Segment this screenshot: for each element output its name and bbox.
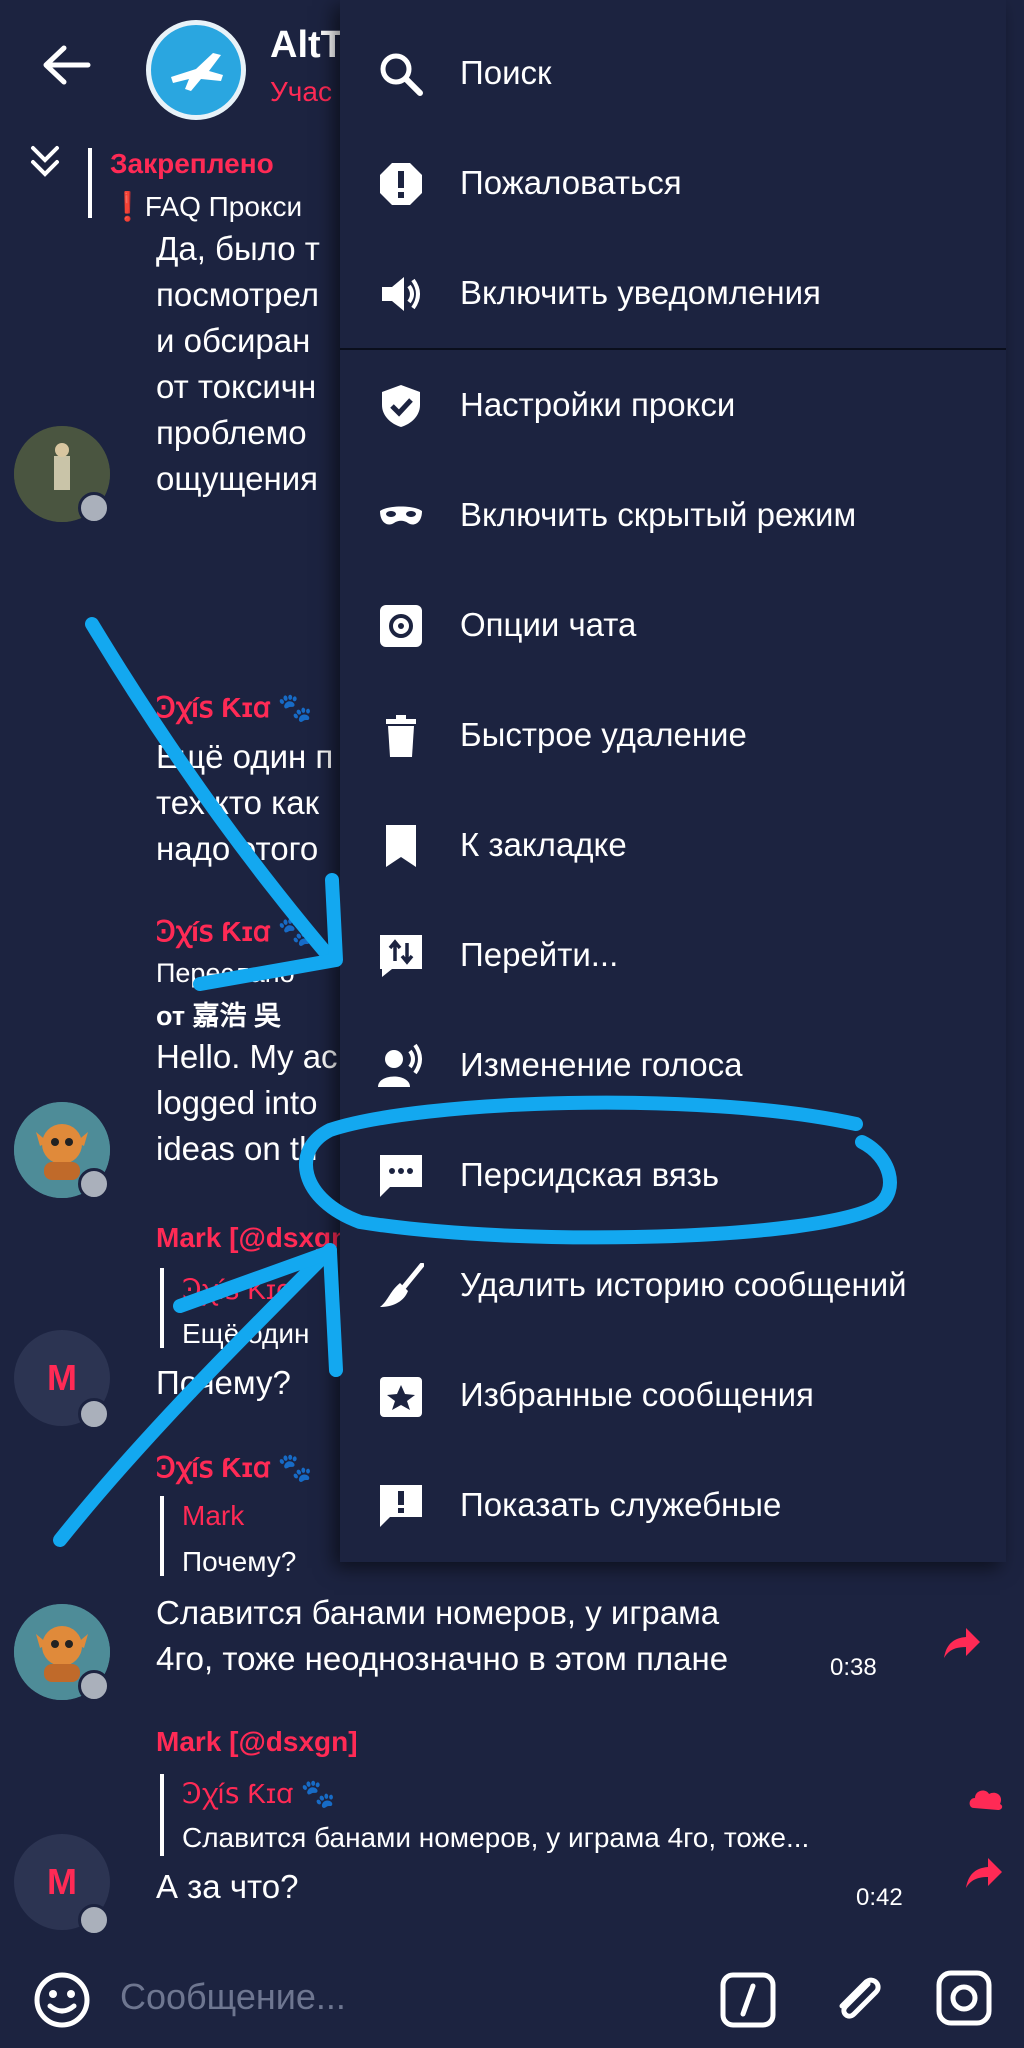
double-chevron-down-icon[interactable] — [28, 144, 62, 180]
message-time: 0:42 — [856, 1884, 903, 1911]
menu-item-label: Показать служебные — [460, 1486, 782, 1523]
menu-item-label: Персидская вязь — [460, 1156, 720, 1193]
reply-quote-text[interactable]: Славится банами номеров, у играма 4го, т… — [182, 1822, 809, 1854]
message-line: надо этого — [156, 830, 319, 867]
menu-item-label: Включить уведомления — [460, 274, 821, 311]
menu-item-search[interactable]: Поиск — [340, 18, 1006, 128]
chat-subtitle: Учас — [270, 76, 332, 107]
menu-item-incognito[interactable]: Включить скрытый режим — [340, 460, 1006, 570]
menu-item-label: Настройки прокси — [460, 386, 736, 423]
message-sender[interactable]: Mark [@dsxgn] — [156, 1726, 358, 1758]
shield-icon — [382, 385, 420, 427]
group-avatar[interactable] — [146, 20, 246, 120]
broom-icon — [380, 1263, 424, 1307]
menu-item-saved-messages[interactable]: Избранные сообщения — [340, 1340, 1006, 1450]
plane-icon — [171, 53, 223, 91]
menu-item-quick-delete[interactable]: Быстрое удаление — [340, 680, 1006, 790]
reply-quote-name[interactable]: Mark — [182, 1500, 244, 1532]
menu-item-label: Перейти... — [460, 936, 619, 973]
share-arrow-icon[interactable] — [942, 1626, 982, 1660]
attach-clip-icon[interactable] — [828, 1968, 888, 2028]
message-line: тех кто как — [156, 784, 320, 821]
message-line: 4го, тоже неоднозначно в этом плане — [156, 1640, 729, 1677]
menu-item-label: К закладке — [460, 826, 627, 863]
share-arrow-icon[interactable] — [964, 1856, 1004, 1890]
message-line: А за что? — [156, 1868, 299, 1905]
chat-options-menu: Поиск Пожаловаться Включить уведомления … — [340, 0, 1006, 1562]
message-line: Славится банами номеров, у играма — [156, 1594, 720, 1631]
menu-item-label: Удалить историю сообщений — [460, 1266, 907, 1303]
menu-item-chat-options[interactable]: Опции чата — [340, 570, 1006, 680]
chat-dots-icon — [380, 1155, 422, 1197]
menu-item-label: Опции чата — [460, 606, 637, 643]
voice-icon — [378, 1043, 422, 1087]
menu-item-report[interactable]: Пожаловаться — [340, 128, 1006, 238]
reply-quote-bar — [160, 1496, 164, 1576]
reply-quote-bar — [160, 1774, 164, 1856]
menu-item-enable-notifications[interactable]: Включить уведомления — [340, 238, 1006, 348]
reply-quote-name[interactable]: Ꜿꭓíꜱ Ƙɪꭤ — [182, 1270, 293, 1308]
message-line: ощущения — [156, 460, 319, 497]
message-line: ideas on th — [156, 1130, 318, 1167]
menu-item-label: Включить скрытый режим — [460, 496, 857, 533]
volume-icon — [382, 277, 420, 311]
jump-icon — [380, 935, 422, 977]
back-arrow-icon[interactable] — [38, 40, 94, 90]
forwarded-label: Переслано — [156, 958, 295, 988]
pinned-accent-bar — [88, 148, 92, 218]
menu-item-clear-history[interactable]: Удалить историю сообщений — [340, 1230, 1006, 1340]
message-input[interactable]: Сообщение... — [120, 1976, 346, 2018]
message-line: Почему? — [156, 1364, 291, 1401]
menu-item-proxy-settings[interactable]: Настройки прокси — [340, 350, 1006, 460]
message-line: logged into — [156, 1084, 318, 1121]
trash-icon — [386, 715, 416, 757]
bookmark-icon — [386, 825, 416, 867]
status-dot — [78, 1398, 110, 1430]
menu-item-show-service[interactable]: Показать служебные — [340, 1450, 1006, 1560]
bot-command-icon[interactable] — [720, 1972, 776, 2028]
camera-icon[interactable] — [934, 1968, 994, 2028]
emoji-icon[interactable] — [32, 1970, 92, 2030]
menu-item-label: Поиск — [460, 54, 552, 91]
message-line: Ещё один п — [156, 738, 334, 775]
message-line: посмотрел — [156, 276, 320, 313]
reply-quote-text[interactable]: Почему? — [182, 1546, 296, 1578]
message-sender[interactable]: Ꜿꭓíꜱ Ƙɪꭤ 🐾 — [156, 912, 313, 950]
message-sender[interactable]: Ꜿꭓíꜱ Ƙɪꭤ 🐾 — [156, 1448, 313, 1486]
pinned-label: Закреплено — [110, 148, 274, 179]
menu-item-label: Быстрое удаление — [460, 716, 747, 753]
status-dot — [78, 492, 110, 524]
message-line: и обсиран — [156, 322, 311, 359]
message-line: Hello. My ac — [156, 1038, 338, 1075]
status-dot — [78, 1904, 110, 1936]
menu-item-label: Пожаловаться — [460, 164, 682, 201]
menu-item-persian-script[interactable]: Персидская вязь — [340, 1120, 1006, 1230]
pinned-text: ❗FAQ Прокси — [110, 191, 303, 222]
menu-item-voice-changer[interactable]: Изменение голоса — [340, 1010, 1006, 1120]
reply-quote-text[interactable]: Ещё один — [182, 1318, 309, 1350]
message-line: Да, было т — [156, 230, 320, 267]
status-dot — [78, 1670, 110, 1702]
forwarded-from[interactable]: от 嘉浩 吳 — [156, 994, 281, 1033]
reply-quote-bar — [160, 1268, 164, 1348]
message-line: от токсичн — [156, 368, 317, 405]
search-icon — [380, 53, 423, 96]
message-sender[interactable]: Mark [@dsxgn — [156, 1222, 348, 1254]
gear-icon — [380, 605, 422, 647]
alert-chat-icon — [380, 1485, 422, 1527]
menu-item-go-to[interactable]: Перейти... — [340, 900, 1006, 1010]
chat-title[interactable]: AltT — [270, 24, 344, 67]
message-time: 0:38 — [830, 1654, 877, 1681]
reply-quote-name[interactable]: Ꜿꭓíꜱ Ƙɪꭤ 🐾 — [182, 1774, 336, 1812]
message-sender[interactable]: Ꜿꭓíꜱ Ƙɪꭤ 🐾 — [156, 688, 313, 726]
status-dot — [78, 1168, 110, 1200]
message-line: проблемо — [156, 414, 307, 451]
menu-item-label: Изменение голоса — [460, 1046, 743, 1083]
menu-item-label: Избранные сообщения — [460, 1376, 814, 1413]
report-icon — [380, 163, 422, 205]
cloud-icon[interactable] — [966, 1780, 1006, 1814]
mask-icon — [380, 506, 422, 525]
menu-item-bookmark[interactable]: К закладке — [340, 790, 1006, 900]
star-box-icon — [380, 1377, 422, 1417]
